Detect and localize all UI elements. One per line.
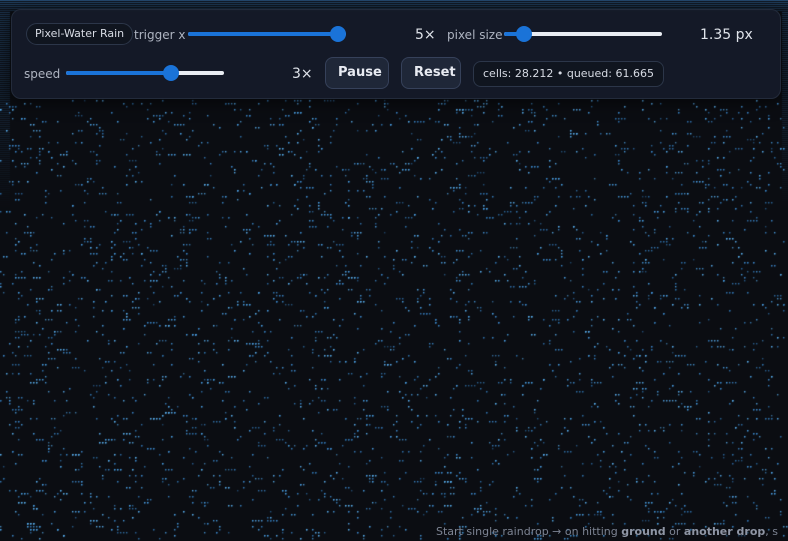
footer-bold-ground: ground [621,525,666,538]
app-title-badge: Pixel-Water Rain [26,23,134,45]
reset-button[interactable]: Reset [401,57,461,89]
speed-label: speed [24,67,61,81]
trigger-value: 5× [415,27,436,43]
pixel-size-slider[interactable] [504,26,662,42]
trigger-label: trigger x [134,28,186,42]
footer-prefix: Start single raindrop → on hitting [435,525,622,538]
slider-fill [66,71,171,75]
trigger-slider[interactable] [188,26,346,42]
pixel-size-value: 1.35 px [700,27,753,43]
speed-slider[interactable] [66,65,224,81]
pixel-size-label: pixel size [447,28,503,42]
slider-thumb[interactable] [162,65,179,81]
footer-middle: or [665,525,684,538]
slider-thumb[interactable] [330,26,346,42]
status-readout: cells: 28.212 • queued: 61.665 [473,61,664,87]
footer-bold-drop: another drop [683,525,766,538]
slider-fill [188,32,338,36]
footer-hint: Start single raindrop → on hitting groun… [436,525,778,538]
footer-suffix: , s [765,525,778,538]
speed-value: 3× [292,66,313,82]
pause-button[interactable]: Pause [325,57,389,89]
control-panel: Pixel-Water Rain trigger x 5× pixel size… [11,9,781,99]
simulation-stage: Pixel-Water Rain trigger x 5× pixel size… [0,0,788,541]
slider-thumb[interactable] [516,26,533,42]
